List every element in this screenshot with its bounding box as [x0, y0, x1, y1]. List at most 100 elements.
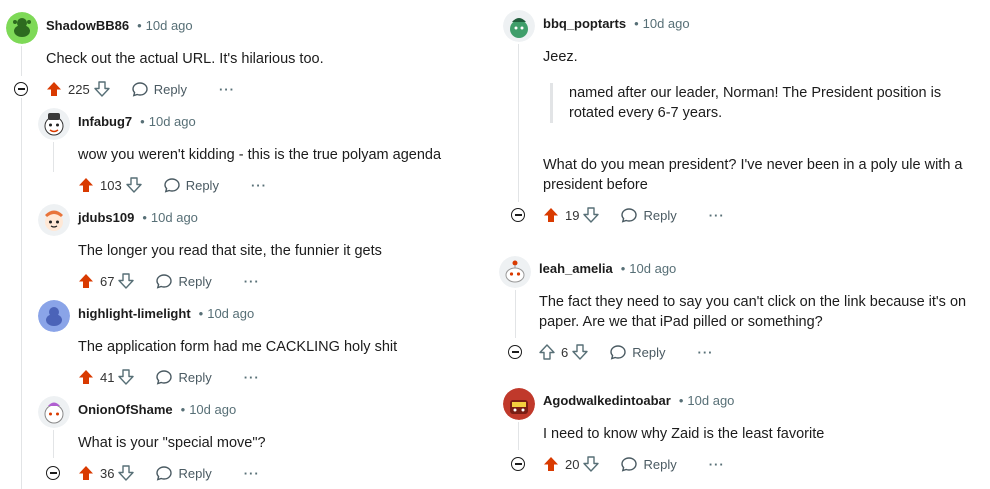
- downvote-button[interactable]: [118, 273, 135, 289]
- more-options-button[interactable]: ···: [697, 345, 713, 360]
- username[interactable]: highlight-limelight: [78, 306, 191, 321]
- thread-line: [518, 422, 519, 450]
- upvote-button[interactable]: [46, 81, 62, 97]
- upvote-button[interactable]: [78, 177, 94, 193]
- comment-body: wow you weren't kidding - this is the tr…: [78, 147, 442, 163]
- more-options-button[interactable]: ···: [244, 466, 260, 481]
- username[interactable]: jdubs109: [78, 210, 134, 225]
- downvote-button[interactable]: [118, 369, 135, 385]
- username[interactable]: ShadowBB86: [46, 18, 129, 33]
- reply-icon: [156, 370, 173, 385]
- timestamp[interactable]: 10d ago: [146, 18, 193, 33]
- downvote-button[interactable]: [572, 344, 588, 360]
- avatar[interactable]: [499, 256, 531, 288]
- more-options-button[interactable]: ···: [709, 457, 725, 472]
- upvote-icon: [79, 370, 93, 384]
- downvote-icon: [118, 369, 135, 385]
- downvote-icon: [583, 207, 600, 223]
- reply-icon: [156, 466, 173, 481]
- collapse-thread-button[interactable]: [511, 457, 525, 471]
- username[interactable]: OnionOfShame: [78, 402, 173, 417]
- username[interactable]: bbq_poptarts: [543, 16, 626, 31]
- comment-meta: jdubs109 • 10d ago: [78, 210, 198, 226]
- collapse-thread-button[interactable]: [511, 208, 525, 222]
- upvote-button[interactable]: [78, 465, 94, 481]
- thread-line: [21, 98, 22, 489]
- avatar[interactable]: [38, 204, 70, 236]
- avatar[interactable]: [38, 108, 70, 140]
- username[interactable]: Infabug7: [78, 114, 132, 129]
- more-options-button[interactable]: ···: [219, 82, 235, 97]
- collapse-thread-button[interactable]: [14, 82, 28, 96]
- comment-actions: 225 Reply ···: [46, 79, 235, 99]
- avatar[interactable]: [38, 396, 70, 428]
- comment-actions: 6 Reply ···: [539, 342, 713, 362]
- thread-line: [518, 44, 519, 202]
- downvote-icon: [118, 273, 135, 289]
- reply-button[interactable]: Reply: [164, 177, 219, 193]
- reply-button[interactable]: Reply: [132, 81, 187, 97]
- more-options-button[interactable]: ···: [709, 208, 725, 223]
- reply-button[interactable]: Reply: [156, 465, 212, 481]
- avatar[interactable]: [503, 388, 535, 420]
- avatar[interactable]: [503, 10, 535, 42]
- upvote-icon: [539, 344, 555, 360]
- reply-icon: [164, 178, 180, 193]
- reply-button[interactable]: Reply: [621, 456, 677, 472]
- timestamp[interactable]: 10d ago: [687, 393, 734, 408]
- username[interactable]: Agodwalkedintoabar: [543, 393, 671, 408]
- collapse-thread-button[interactable]: [46, 466, 60, 480]
- comment-actions: 19 Reply ···: [543, 205, 725, 225]
- reply-label: Reply: [185, 177, 219, 193]
- upvote-icon: [47, 82, 61, 96]
- more-options-button[interactable]: ···: [244, 274, 260, 289]
- timestamp[interactable]: 10d ago: [207, 306, 254, 321]
- timestamp[interactable]: 10d ago: [189, 402, 236, 417]
- reply-label: Reply: [643, 207, 677, 223]
- downvote-icon: [126, 177, 142, 193]
- upvote-button[interactable]: [78, 369, 94, 385]
- timestamp[interactable]: 10d ago: [629, 261, 676, 276]
- timestamp[interactable]: 10d ago: [151, 210, 198, 225]
- upvote-button[interactable]: [78, 273, 94, 289]
- comment-body: What is your "special move"?: [78, 435, 266, 451]
- comment-actions: 41 Reply ···: [78, 367, 260, 387]
- collapse-thread-button[interactable]: [508, 345, 522, 359]
- downvote-button[interactable]: [118, 465, 135, 481]
- downvote-button[interactable]: [94, 81, 110, 97]
- upvote-icon: [544, 457, 558, 471]
- reply-button[interactable]: Reply: [610, 344, 665, 360]
- separator-dot: •: [142, 210, 147, 225]
- separator-dot: •: [198, 306, 204, 321]
- downvote-button[interactable]: [583, 207, 600, 223]
- reply-label: Reply: [178, 465, 212, 481]
- upvote-button[interactable]: [539, 344, 555, 360]
- comment-meta: highlight-limelight • 10d ago: [78, 306, 254, 322]
- upvote-button[interactable]: [543, 456, 559, 472]
- blockquote: named after our leader, Norman! The Pres…: [550, 83, 969, 123]
- separator-dot: •: [140, 114, 145, 129]
- timestamp[interactable]: 10d ago: [643, 16, 690, 31]
- more-options-button[interactable]: ···: [251, 178, 267, 193]
- upvote-button[interactable]: [543, 207, 559, 223]
- downvote-button[interactable]: [126, 177, 142, 193]
- timestamp[interactable]: 10d ago: [149, 114, 196, 129]
- reply-icon: [156, 274, 173, 289]
- vote-score: 19: [565, 207, 580, 223]
- downvote-icon: [583, 456, 600, 472]
- comment-body: Check out the actual URL. It's hilarious…: [46, 51, 324, 67]
- avatar[interactable]: [38, 300, 70, 332]
- upvote-icon: [79, 178, 93, 192]
- avatar[interactable]: [6, 12, 38, 44]
- reply-button[interactable]: Reply: [156, 369, 212, 385]
- reply-button[interactable]: Reply: [621, 207, 677, 223]
- comment-body: What do you mean president? I've never b…: [543, 157, 963, 193]
- username[interactable]: leah_amelia: [539, 261, 613, 276]
- reply-button[interactable]: Reply: [156, 273, 212, 289]
- comment-body: I need to know why Zaid is the least fav…: [543, 426, 825, 442]
- right-comment-column: bbq_poptarts • 10d ago Jeez. named after o…: [490, 0, 990, 489]
- comment-meta: ShadowBB86 • 10d ago: [46, 18, 193, 34]
- downvote-button[interactable]: [583, 456, 600, 472]
- more-options-button[interactable]: ···: [244, 370, 260, 385]
- separator-dot: •: [620, 261, 626, 276]
